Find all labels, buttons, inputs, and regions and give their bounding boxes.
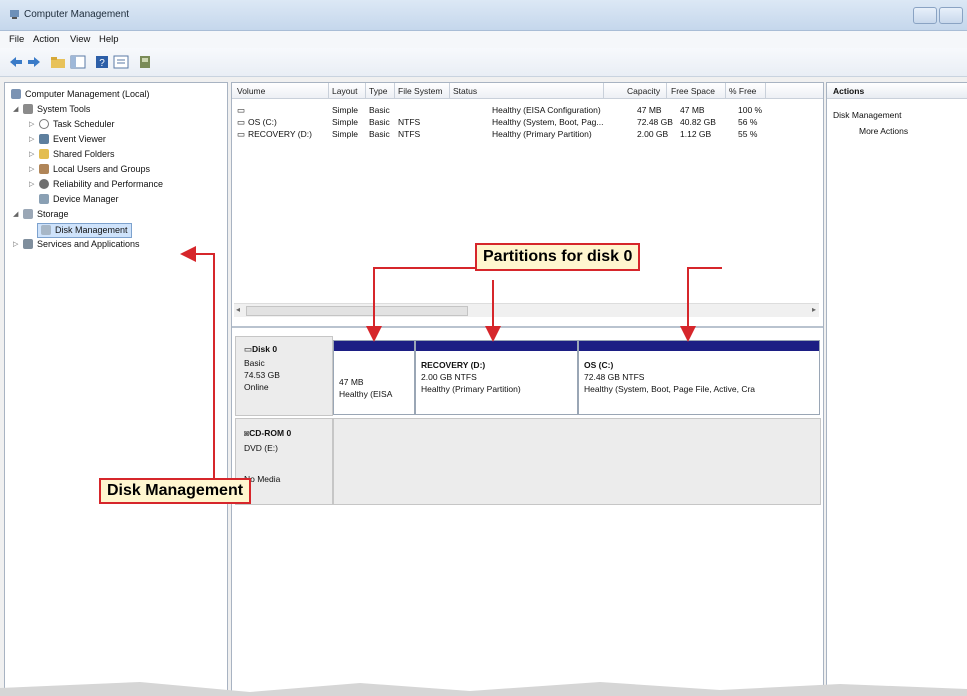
users-icon <box>39 164 49 174</box>
tree-disk-management[interactable]: Disk Management <box>37 223 132 238</box>
menu-view[interactable]: View <box>70 34 90 45</box>
partition-eisa[interactable]: 47 MB Healthy (EISA <box>333 340 415 415</box>
event-viewer-icon <box>39 134 49 144</box>
disk-0-type: Basic <box>244 358 265 368</box>
tree-local-users[interactable]: ▷ Local Users and Groups <box>29 163 150 176</box>
storage-icon <box>23 209 33 219</box>
disk-management-pane: Volume Layout Type File System Status Ca… <box>231 82 824 695</box>
partition-bar <box>416 341 577 351</box>
disk-icon: ▭ <box>244 344 253 354</box>
expand-arrow-icon[interactable]: ▷ <box>13 238 18 251</box>
collapse-arrow-icon[interactable]: ◢ <box>13 103 18 116</box>
back-arrow-icon[interactable] <box>8 55 24 69</box>
disk-0-name: ▭Disk 0 <box>244 344 278 354</box>
collapse-arrow-icon[interactable]: ◢ <box>13 208 18 221</box>
cdrom-drive: DVD (E:) <box>244 443 278 453</box>
disk-0-state: Online <box>244 382 269 392</box>
clock-icon <box>39 119 49 129</box>
menu-help[interactable]: Help <box>99 34 119 45</box>
scroll-right-icon[interactable]: ▸ <box>812 305 816 314</box>
volume-list-header: Volume Layout Type File System Status Ca… <box>232 83 823 99</box>
tree-task-scheduler[interactable]: ▷ Task Scheduler <box>29 118 115 131</box>
col-file-system[interactable]: File System <box>398 86 442 96</box>
partition-bar <box>334 341 414 351</box>
expand-arrow-icon[interactable]: ▷ <box>29 163 34 176</box>
volume-icon: ▭ <box>237 129 246 139</box>
disk-0-label[interactable]: ▭Disk 0 Basic 74.53 GB Online <box>235 336 333 416</box>
torn-edge <box>0 682 967 696</box>
help-icon[interactable]: ? <box>94 55 110 69</box>
col-volume[interactable]: Volume <box>237 86 265 96</box>
disk-0-size: 74.53 GB <box>244 370 280 380</box>
menu-bar: File Action View Help <box>0 31 967 48</box>
show-hide-tree-icon[interactable] <box>70 55 86 69</box>
col-percent-free[interactable]: % Free <box>729 86 756 96</box>
shared-folder-icon <box>39 149 49 159</box>
col-capacity[interactable]: Capacity <box>627 86 660 96</box>
expand-arrow-icon[interactable]: ▷ <box>29 118 34 131</box>
expand-arrow-icon[interactable]: ▷ <box>29 133 34 146</box>
forward-arrow-icon[interactable] <box>26 55 42 69</box>
callout-disk-management: Disk Management <box>99 478 252 504</box>
console-tree: Computer Management (Local) ◢ System Tool… <box>4 82 228 694</box>
tree-reliability[interactable]: ▷ Reliability and Performance <box>29 178 163 191</box>
properties-icon[interactable] <box>113 55 129 69</box>
actions-section-disk-management[interactable]: Disk Management <box>833 110 902 120</box>
volume-icon: ▭ <box>237 105 246 115</box>
menu-action[interactable]: Action <box>33 34 59 45</box>
actions-pane: Actions Disk Management More Actions <box>826 82 967 694</box>
maximize-button[interactable] <box>939 7 963 24</box>
tree-event-viewer[interactable]: ▷ Event Viewer <box>29 133 106 146</box>
tree-root[interactable]: Computer Management (Local) <box>11 88 150 101</box>
col-type[interactable]: Type <box>369 86 387 96</box>
computer-management-icon <box>10 10 19 19</box>
disk-management-icon <box>41 225 51 235</box>
partition-os[interactable]: OS (C:) 72.48 GB NTFS Healthy (System, B… <box>578 340 820 415</box>
scroll-left-icon[interactable]: ◂ <box>236 305 240 314</box>
actions-header: Actions <box>827 83 967 99</box>
svg-text:?: ? <box>99 58 105 69</box>
callout-partitions: Partitions for disk 0 <box>475 243 641 271</box>
tree-shared-folders[interactable]: ▷ Shared Folders <box>29 148 115 161</box>
more-actions-link[interactable]: More Actions <box>859 126 908 136</box>
tree-storage[interactable]: ◢ Storage <box>13 208 69 221</box>
window-title: Computer Management <box>24 9 130 20</box>
col-free-space[interactable]: Free Space <box>671 86 715 96</box>
cdrom-0-name: ◙CD-ROM 0 <box>244 428 292 438</box>
tree-services-applications[interactable]: ▷ Services and Applications <box>13 238 140 251</box>
col-status[interactable]: Status <box>453 86 477 96</box>
device-manager-icon <box>39 194 49 204</box>
partition-recovery[interactable]: RECOVERY (D:) 2.00 GB NTFS Healthy (Prim… <box>415 340 578 415</box>
volume-icon: ▭ <box>237 117 246 127</box>
scrollbar-thumb[interactable] <box>246 306 468 316</box>
expand-arrow-icon[interactable]: ▷ <box>29 148 34 161</box>
horizontal-scrollbar[interactable]: ◂ ▸ <box>234 303 819 317</box>
partition-bar <box>579 341 819 351</box>
services-icon <box>23 239 33 249</box>
computer-icon <box>11 89 21 99</box>
computer-management-window: Computer Management File Action View Hel… <box>0 0 967 696</box>
up-folder-icon[interactable] <box>50 55 66 69</box>
tree-device-manager[interactable]: Device Manager <box>39 193 119 206</box>
performance-icon <box>39 179 49 189</box>
console-icon[interactable] <box>137 55 153 69</box>
col-layout[interactable]: Layout <box>332 86 358 96</box>
minimize-button[interactable] <box>913 7 937 24</box>
tools-icon <box>23 104 33 114</box>
toolbar: ? <box>0 48 967 77</box>
tree-system-tools[interactable]: ◢ System Tools <box>13 103 90 116</box>
disk-graphical-view: ▭Disk 0 Basic 74.53 GB Online 47 MB Heal… <box>232 326 823 695</box>
cdrom-area <box>333 418 821 505</box>
expand-arrow-icon[interactable]: ▷ <box>29 178 34 191</box>
title-bar: Computer Management <box>0 0 967 31</box>
menu-file[interactable]: File <box>9 34 24 45</box>
